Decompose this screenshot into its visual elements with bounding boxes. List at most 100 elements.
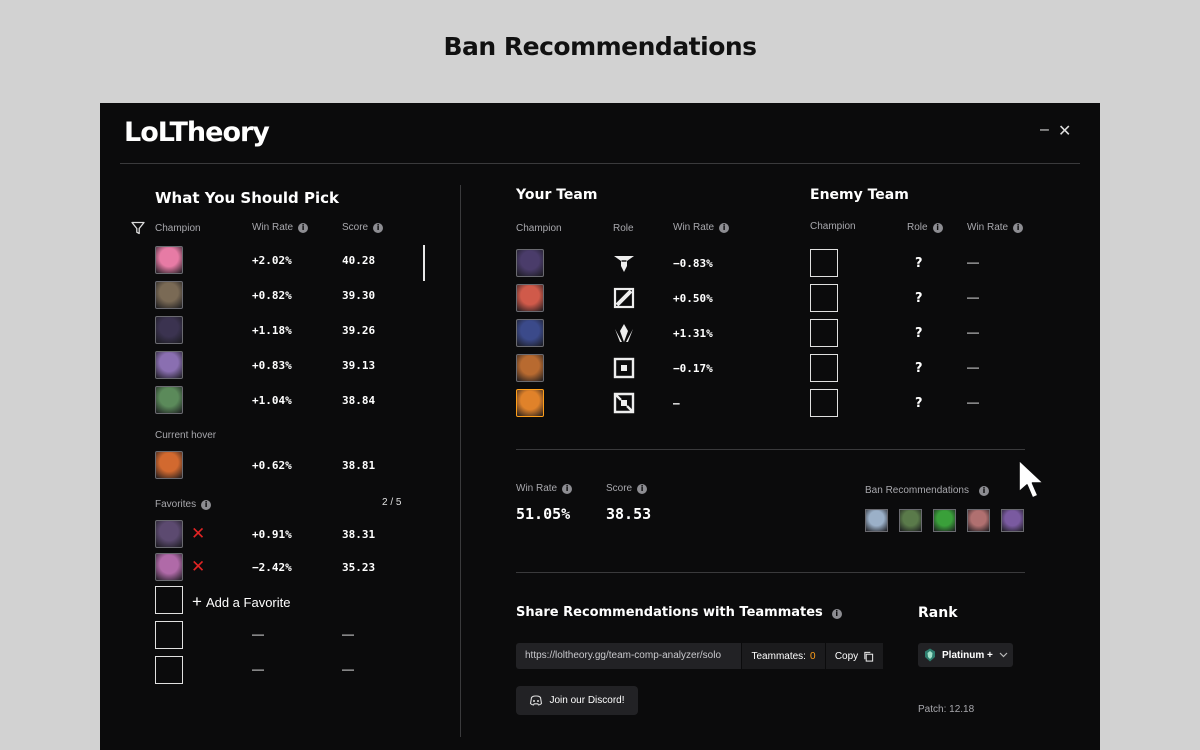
remove-favorite-icon[interactable]: ✕ [191,526,205,543]
add-favorite-button[interactable]: + Add a Favorite [192,592,290,612]
empty-win-rate: — [252,627,264,641]
join-discord-button[interactable]: Join our Discord! [516,686,638,715]
info-icon[interactable]: i [201,499,212,510]
current-hover-portrait[interactable] [155,451,183,479]
teammate-portrait[interactable] [516,319,544,347]
teammate-win-rate: +1.31% [673,327,713,340]
your-team-header-win-rate: Win Rate i [673,222,730,233]
column-divider [460,185,461,737]
minimize-button[interactable]: – [1040,121,1049,139]
info-icon[interactable]: i [562,483,573,494]
empty-score: — [342,627,354,641]
info-icon[interactable]: i [637,483,648,494]
info-icon[interactable]: i [932,222,943,233]
enemy-champion-slot[interactable] [810,249,838,277]
support-role-icon [613,392,635,414]
enemy-team-header-champion: Champion [810,221,856,232]
info-icon[interactable]: i [831,609,842,619]
favorite-portrait[interactable] [155,520,183,548]
enemy-team-header-win-rate: Win Rate i [967,222,1024,233]
your-team-header-role: Role [613,223,634,234]
empty-favorite-slot[interactable] [155,586,183,614]
enemy-champion-slot[interactable] [810,389,838,417]
info-icon[interactable]: i [719,222,730,233]
copy-button[interactable]: Copy [825,643,883,669]
teammate-win-rate: −0.17% [673,362,713,375]
teammate-portrait[interactable] [516,389,544,417]
empty-win-rate: — [252,662,264,676]
discord-icon [530,695,543,706]
team-section-divider [516,449,1025,450]
app-window: LoLTheory – ✕ What You Should Pick Champ… [100,103,1100,750]
ban-champion-portrait[interactable] [899,509,922,532]
pick-win-rate: +2.02% [252,254,292,267]
champion-portrait[interactable] [155,281,183,309]
champion-portrait[interactable] [155,246,183,274]
enemy-role-unknown: ? [915,291,923,306]
enemy-champion-slot[interactable] [810,354,838,382]
info-icon[interactable]: i [373,222,384,233]
remove-favorite-icon[interactable]: ✕ [191,559,205,576]
bottom-role-icon [613,357,635,379]
pick-list-scrollbar[interactable] [423,245,425,281]
info-icon[interactable]: i [978,485,989,496]
mouse-cursor-icon [1018,459,1045,499]
enemy-champion-slot[interactable] [810,319,838,347]
enemy-champion-slot[interactable] [810,284,838,312]
summary-score: 38.53 [606,505,652,523]
teammates-button[interactable]: Teammates: 0 [741,643,825,669]
empty-favorite-slot[interactable] [155,656,183,684]
pick-section-title: What You Should Pick [155,189,339,207]
enemy-win-rate: — [967,255,979,269]
chevron-down-icon [999,652,1008,658]
pick-score: 40.28 [342,254,376,267]
pick-header-champion: Champion [155,223,201,234]
teammates-count: 0 [809,650,816,662]
favorite-portrait[interactable] [155,553,183,581]
teammate-portrait[interactable] [516,249,544,277]
pick-win-rate: +1.18% [252,324,292,337]
summary-score-label: Score i [606,483,648,494]
filter-icon[interactable] [131,221,145,235]
enemy-role-unknown: ? [915,326,923,341]
ban-recommendations-label: Ban Recommendations i [865,485,989,496]
enemy-win-rate: — [967,290,979,304]
teammate-portrait[interactable] [516,354,544,382]
teammate-win-rate: +0.50% [673,292,713,305]
favorite-win-rate: −2.42% [252,561,292,574]
platinum-rank-icon [925,648,935,662]
enemy-win-rate: — [967,395,979,409]
empty-score: — [342,662,354,676]
favorite-win-rate: +0.91% [252,528,292,541]
summary-divider [516,572,1025,573]
favorite-score: 38.31 [342,528,376,541]
ban-champion-portrait[interactable] [933,509,956,532]
champion-portrait[interactable] [155,386,183,414]
favorite-score: 35.23 [342,561,376,574]
empty-favorite-slot[interactable] [155,621,183,649]
patch-version: Patch: 12.18 [918,704,975,715]
info-icon[interactable]: i [1013,222,1024,233]
teammate-win-rate: −0.83% [673,257,713,270]
current-hover-label: Current hover [155,430,217,441]
enemy-role-unknown: ? [915,256,923,271]
share-title: Share Recommendations with Teammates i [516,605,842,620]
rank-dropdown[interactable]: Platinum + [918,643,1013,667]
rank-title: Rank [918,605,958,621]
info-icon[interactable]: i [298,222,309,233]
ban-champion-portrait[interactable] [865,509,888,532]
champion-portrait[interactable] [155,316,183,344]
teammate-portrait[interactable] [516,284,544,312]
share-url-field[interactable]: https://loltheory.gg/team-comp-analyzer/… [525,650,741,661]
plus-icon: + [192,592,202,611]
enemy-team-title: Enemy Team [810,187,909,203]
current-hover-win-rate: +0.62% [252,459,292,472]
champion-portrait[interactable] [155,351,183,379]
pick-header-score: Score i [342,222,384,233]
ban-champion-portrait[interactable] [967,509,990,532]
pick-score: 39.13 [342,359,376,372]
favorites-count: 2 / 5 [382,497,402,508]
close-button[interactable]: ✕ [1058,121,1071,141]
top-role-icon [614,256,634,272]
ban-champion-portrait[interactable] [1001,509,1024,532]
